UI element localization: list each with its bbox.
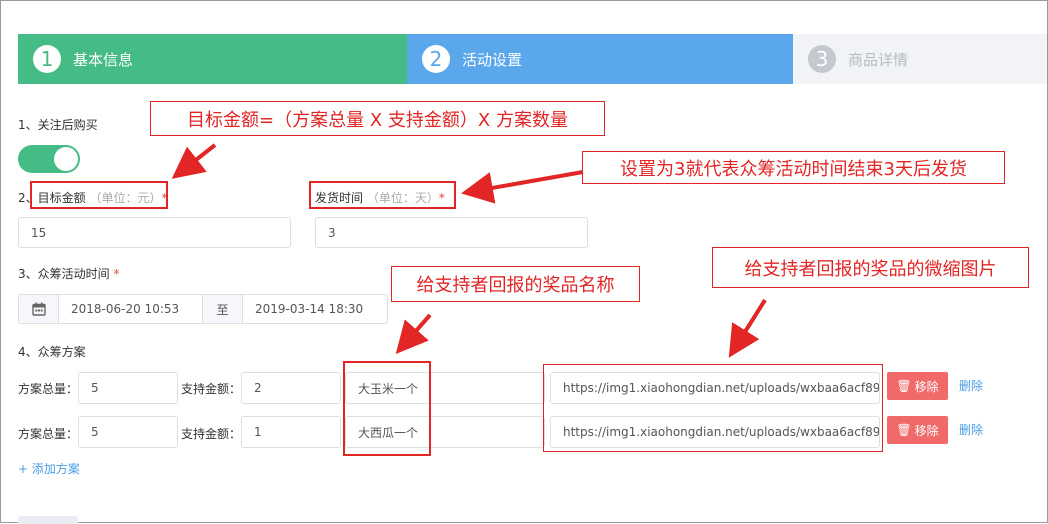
annotation-arrows — [171, 143, 767, 358]
arrow-formula — [171, 143, 217, 179]
arrow-reward — [395, 313, 432, 355]
arrow-ship — [461, 170, 584, 204]
arrow-image — [728, 298, 767, 358]
